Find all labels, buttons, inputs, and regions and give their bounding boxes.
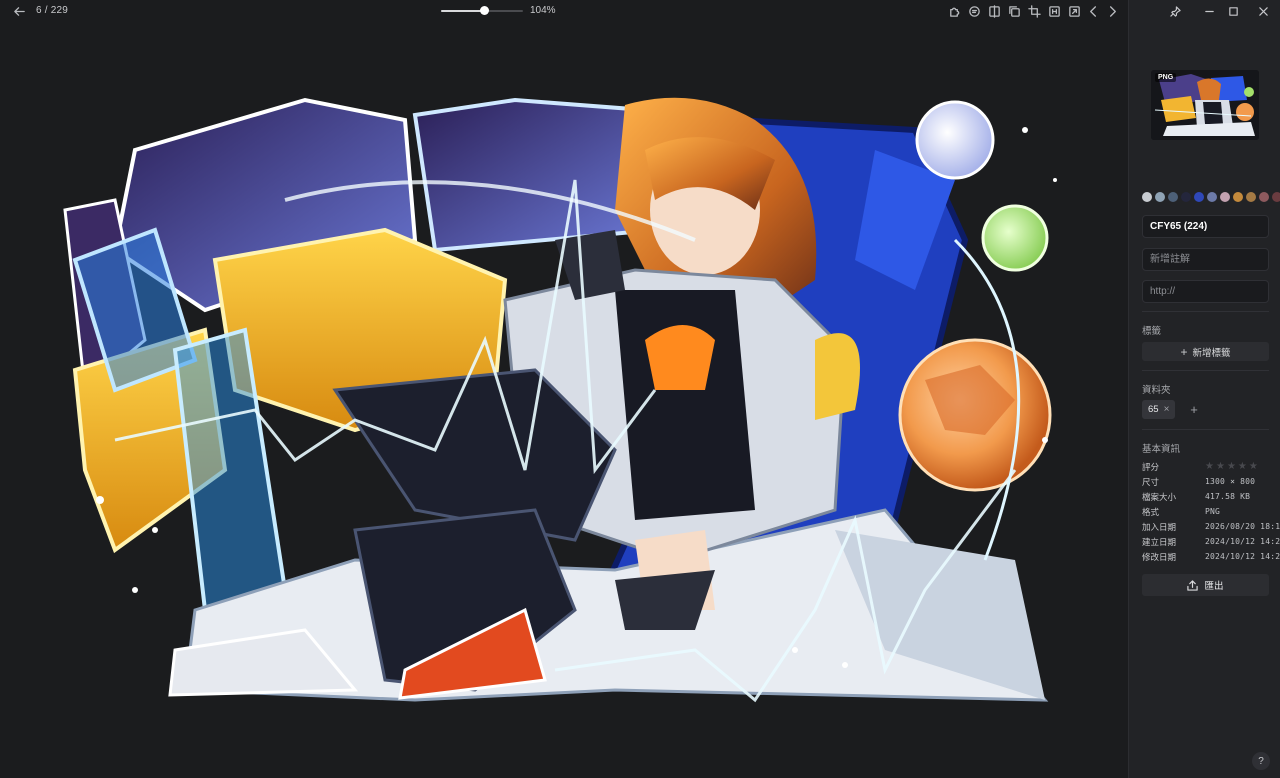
- filesize-value: 417.58 KB: [1205, 492, 1251, 501]
- color-swatch[interactable]: [1168, 192, 1178, 202]
- info-row-added: 加入日期 2026/08/20 18:1: [1142, 519, 1280, 534]
- folder-chip-label: 65: [1148, 404, 1159, 415]
- pin-icon[interactable]: [1167, 3, 1183, 19]
- divider: [1142, 311, 1269, 312]
- info-row-rating: 評分 ★ ★ ★ ★ ★: [1142, 459, 1280, 474]
- format-label: 格式: [1142, 506, 1160, 517]
- info-row-modified: 修改日期 2024/10/12 14:2: [1142, 549, 1280, 564]
- star-icon[interactable]: ★: [1249, 461, 1258, 472]
- copy-icon[interactable]: [1006, 3, 1022, 19]
- filesize-label: 檔案大小: [1142, 491, 1177, 502]
- main-image: [63, 97, 1057, 703]
- color-swatch[interactable]: [1181, 192, 1191, 202]
- viewer-toolbar: 6 / 229 104%: [0, 0, 1128, 22]
- compare-icon[interactable]: [986, 3, 1002, 19]
- chevron-left-icon[interactable]: [1085, 3, 1101, 19]
- plus-icon: +: [1180, 344, 1188, 359]
- image-counter: 6 / 229: [36, 5, 68, 16]
- close-icon[interactable]: [1255, 3, 1271, 19]
- add-folder-button[interactable]: +: [1187, 400, 1201, 419]
- added-date-value: 2026/08/20 18:1: [1205, 522, 1280, 531]
- basic-info-heading: 基本資訊: [1142, 444, 1181, 455]
- color-swatch[interactable]: [1233, 192, 1243, 202]
- star-icon[interactable]: ★: [1227, 461, 1236, 472]
- color-swatch[interactable]: [1259, 192, 1269, 202]
- image-thumbnail[interactable]: PNG: [1151, 70, 1259, 140]
- modified-date-value: 2024/10/12 14:2: [1205, 552, 1280, 561]
- star-icon[interactable]: ★: [1238, 461, 1247, 472]
- arrow-left-icon[interactable]: [11, 3, 27, 19]
- zoom-slider-fill: [441, 10, 484, 12]
- star-icon[interactable]: ★: [1205, 461, 1214, 472]
- added-date-label: 加入日期: [1142, 521, 1177, 532]
- color-swatch[interactable]: [1272, 192, 1280, 202]
- zoom-slider[interactable]: [441, 6, 523, 15]
- export-button[interactable]: 匯出: [1142, 574, 1269, 596]
- format-badge: PNG: [1155, 73, 1177, 82]
- crop-icon[interactable]: [1026, 3, 1042, 19]
- minimize-icon[interactable]: [1201, 3, 1217, 19]
- export-icon: [1187, 579, 1199, 591]
- rating-stars[interactable]: ★ ★ ★ ★ ★: [1205, 461, 1258, 472]
- star-icon[interactable]: ★: [1216, 461, 1225, 472]
- note-field[interactable]: [1142, 248, 1269, 271]
- help-button[interactable]: ?: [1252, 752, 1270, 770]
- maximize-icon[interactable]: [1225, 3, 1241, 19]
- remove-folder-icon[interactable]: ×: [1164, 404, 1170, 415]
- puzzle-icon[interactable]: [946, 3, 962, 19]
- color-swatch[interactable]: [1155, 192, 1165, 202]
- size-label: 尺寸: [1142, 476, 1160, 487]
- name-field[interactable]: [1142, 215, 1269, 238]
- color-swatch[interactable]: [1207, 192, 1217, 202]
- inspector-panel: PNG 標籤 + 新增標籤 資料夾 65 × + 基本資訊 評分 ★★★★★ 尺…: [1128, 0, 1280, 778]
- info-row-format: 格式 PNG: [1142, 504, 1280, 519]
- color-swatch[interactable]: [1246, 192, 1256, 202]
- modified-date-label: 修改日期: [1142, 551, 1177, 562]
- rating-label: 評分: [1142, 461, 1160, 472]
- folders-heading: 資料夾: [1142, 385, 1171, 396]
- tags-heading: 標籤: [1142, 326, 1162, 337]
- color-palette: [1142, 192, 1280, 202]
- zoom-slider-handle[interactable]: [479, 6, 489, 15]
- url-field[interactable]: [1142, 280, 1269, 303]
- add-tag-label: 新增標籤: [1192, 347, 1231, 359]
- color-swatch[interactable]: [1220, 192, 1230, 202]
- color-swatch[interactable]: [1142, 192, 1152, 202]
- info-row-size: 尺寸 1300 × 800: [1142, 474, 1280, 489]
- info-row-filesize: 檔案大小 417.58 KB: [1142, 489, 1280, 504]
- format-value: PNG: [1205, 507, 1221, 516]
- size-value: 1300 × 800: [1205, 477, 1256, 486]
- folder-chip[interactable]: 65 ×: [1142, 400, 1176, 419]
- created-date-label: 建立日期: [1142, 536, 1177, 547]
- add-tag-button[interactable]: + 新增標籤: [1142, 342, 1269, 361]
- info-row-created: 建立日期 2024/10/12 14:2: [1142, 534, 1280, 549]
- divider: [1142, 370, 1269, 371]
- zoom-level: 104%: [530, 5, 556, 16]
- divider: [1142, 429, 1269, 430]
- chevron-right-icon[interactable]: [1104, 3, 1120, 19]
- export-label: 匯出: [1204, 581, 1224, 592]
- image-viewer: 6 / 229 104%: [0, 0, 1128, 778]
- fit-icon[interactable]: [1066, 3, 1082, 19]
- color-swatch[interactable]: [1194, 192, 1204, 202]
- created-date-value: 2024/10/12 14:2: [1205, 537, 1280, 546]
- ocr-icon[interactable]: [1046, 3, 1062, 19]
- comment-icon[interactable]: [966, 3, 982, 19]
